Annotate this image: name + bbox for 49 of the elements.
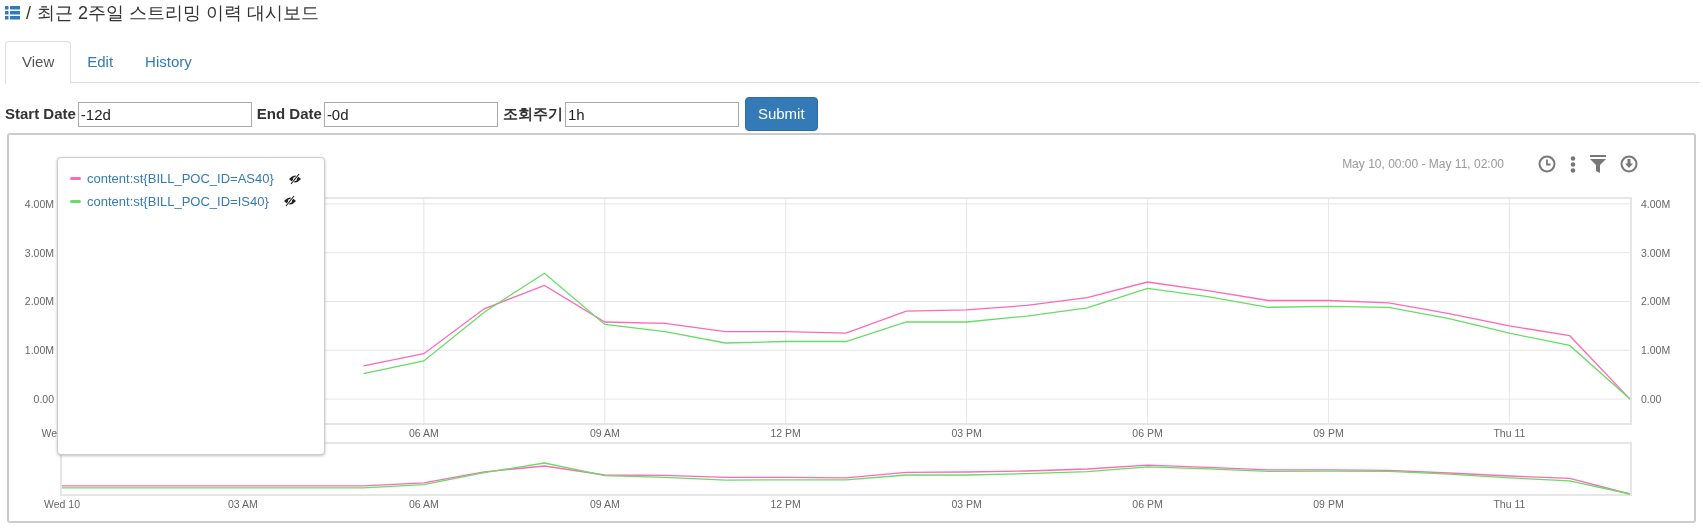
field-label: 조회주기: [502, 103, 563, 124]
axis-label: 1.00M: [24, 344, 54, 357]
axis-label: 06 AM: [408, 498, 439, 510]
axis-label: 03 AM: [228, 498, 258, 510]
submit-button[interactable]: Submit: [744, 97, 818, 131]
page-title: 최근 2주일 스트리밍 이력 대시보드: [37, 1, 320, 25]
tab[interactable]: History: [129, 41, 208, 83]
axis-label: 12 PM: [770, 427, 801, 439]
field-label: Start Date: [5, 103, 76, 124]
legend-item[interactable]: content:st{BILL_POC_ID=AS40}: [87, 169, 274, 189]
input-field[interactable]: -12d: [77, 101, 252, 127]
axis-label: 2.00M: [1641, 295, 1671, 308]
axis-label: 0.00: [1641, 393, 1662, 406]
axis-label: 09 PM: [1313, 427, 1344, 439]
breadcrumb-separator: /: [26, 1, 31, 25]
axis-label: 3.00M: [1641, 246, 1671, 259]
eye-slash-icon[interactable]: [287, 172, 302, 185]
axis-label: 09 AM: [589, 498, 620, 510]
axis-label: 03 PM: [951, 498, 982, 510]
legend-item[interactable]: content:st{BILL_POC_ID=IS40}: [87, 191, 269, 211]
clock-icon[interactable]: [1538, 155, 1556, 173]
input-field[interactable]: -0d: [323, 101, 498, 127]
filter-icon[interactable]: [1590, 155, 1606, 173]
axis-label: 12 PM: [770, 498, 801, 510]
axis-label: 4.00M: [24, 197, 54, 210]
axis-label: Thu 11: [1493, 498, 1526, 510]
axis-label: 3.00M: [24, 246, 54, 259]
axis-label: Thu 11: [1493, 427, 1526, 439]
axis-label: 06 PM: [1132, 498, 1163, 510]
list-icon[interactable]: [5, 6, 20, 20]
axis-label: 0.00: [33, 393, 54, 406]
download-icon[interactable]: [1620, 155, 1638, 173]
more-icon[interactable]: [1570, 155, 1576, 173]
axis-label: 09 PM: [1313, 498, 1344, 510]
axis-label: 03 PM: [951, 427, 982, 439]
axis-label: 06 PM: [1132, 427, 1163, 439]
axis-label: 06 AM: [408, 427, 439, 439]
axis-label: 09 AM: [589, 427, 620, 439]
axis-label: 1.00M: [1641, 344, 1671, 357]
tab[interactable]: View: [5, 41, 72, 84]
tab[interactable]: Edit: [71, 41, 130, 83]
axis-label: 2.00M: [24, 295, 54, 308]
axis-label: We: [41, 427, 57, 439]
eye-slash-icon[interactable]: [282, 195, 297, 208]
field-label: End Date: [256, 103, 322, 124]
axis-label: 4.00M: [1641, 197, 1671, 210]
input-field[interactable]: 1h: [564, 101, 739, 127]
axis-label: Wed 10: [44, 498, 80, 510]
date-range: May 10, 00:00 - May 11, 02:00: [1342, 156, 1504, 173]
